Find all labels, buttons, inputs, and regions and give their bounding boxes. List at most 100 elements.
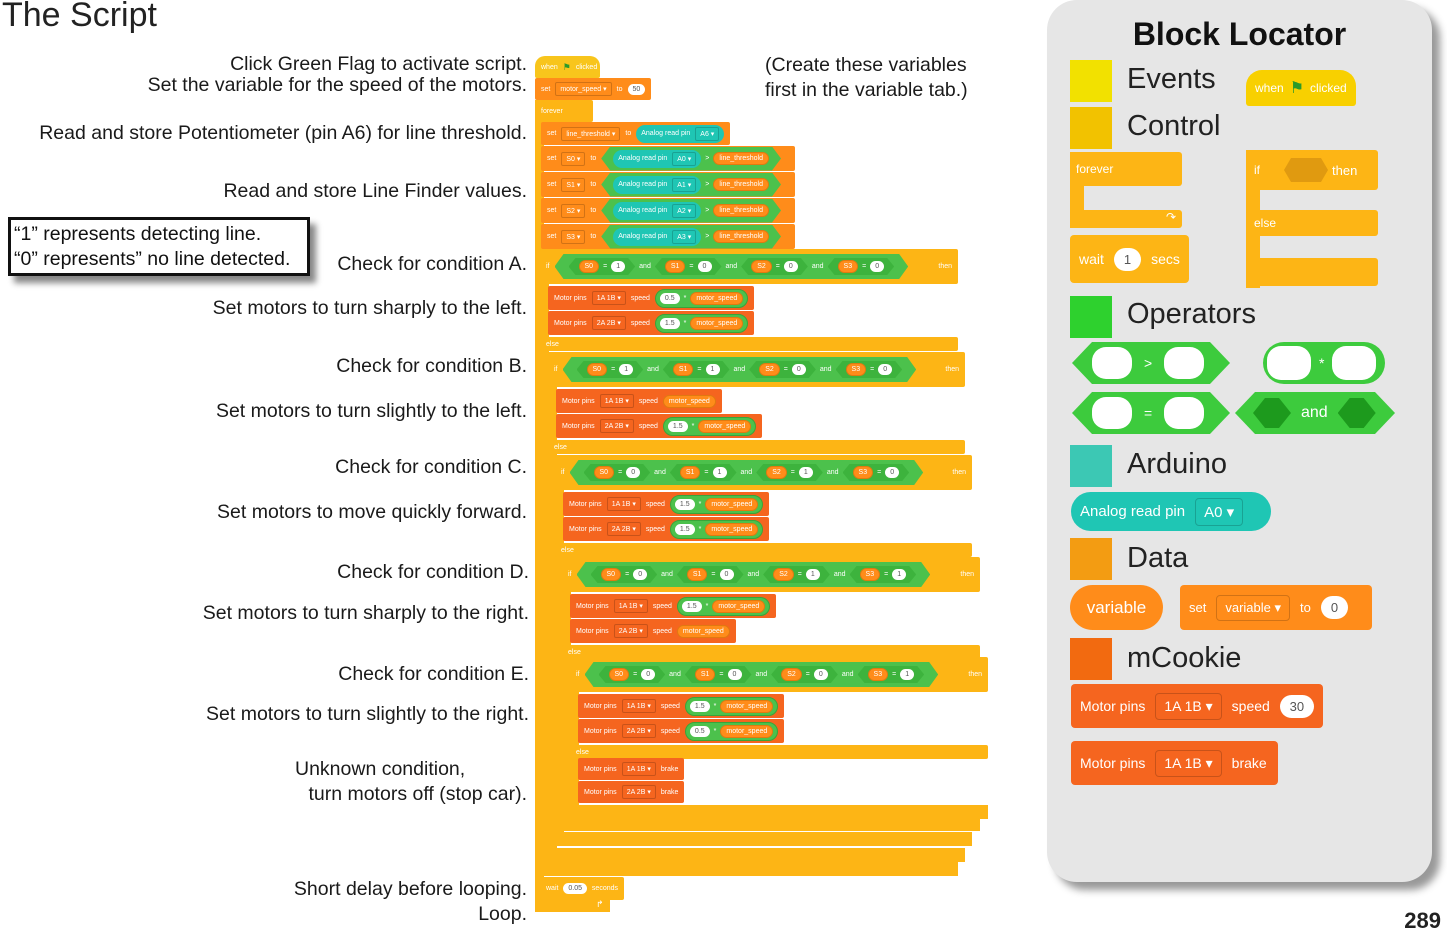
multiply-operator[interactable]: 1.5 * motor_speed [669,519,764,539]
locator-wait-block[interactable]: wait 1 secs [1070,235,1189,283]
variable-reporter[interactable]: motor_speed [720,724,774,738]
equals-operator[interactable]: S3 = 0 [836,361,903,378]
equals-operator[interactable]: S2 = 0 [741,258,808,275]
multiply-operator[interactable]: 1.5 * motor_speed [662,416,757,436]
locator-and-block[interactable]: and [1235,392,1395,434]
if-else-block[interactable]: if S0 = 0 and S1 = 1 and S2 = 1 and S3 = 0 then [555,455,972,490]
motor-speed-block[interactable]: Motor pins 2A 2B ▾ speed 0.5 * motor_speed [578,719,785,743]
value-input[interactable]: 1 [806,569,820,580]
motor-speed-block[interactable]: Motor pins 1A 1B ▾ speed 1.5 * motor_speed [570,594,777,618]
value-input[interactable]: 0 [728,669,742,680]
analog-read-reporter[interactable]: Analog read pin A0 ▾ [613,150,701,168]
speed-input[interactable]: 30 [1279,694,1314,718]
equals-operator[interactable]: S1 = 1 [670,464,737,481]
equals-operator[interactable]: S3 = 1 [850,566,917,583]
greater-than-operator[interactable]: Analog read pin A3 ▾ > line_threshold [601,225,781,249]
and-condition[interactable]: S0 = 1 and S1 = 1 and S2 = 0 and S3 = 0 [563,357,917,382]
port-dropdown[interactable]: 1A 1B ▾ [1155,692,1222,720]
locator-analog-read-block[interactable]: Analog read pin A0 ▾ [1071,492,1271,531]
operand-input[interactable] [1332,346,1377,380]
locator-motor-speed-block[interactable]: Motor pins 1A 1B ▾ speed 30 [1071,684,1323,728]
sensor-variable[interactable]: S0 [609,668,630,681]
sensor-variable[interactable]: S3 [838,260,859,273]
port-dropdown[interactable]: 1A 1B ▾ [599,394,634,408]
pin-dropdown[interactable]: A0 ▾ [672,152,696,166]
equals-operator[interactable]: S0 = 1 [577,361,644,378]
variable-reporter[interactable]: motor_speed [690,291,744,305]
motor-speed-block[interactable]: Motor pins 1A 1B ▾ speed motor_speed [556,389,722,413]
sensor-variable[interactable]: S3 [853,466,874,479]
port-dropdown[interactable]: 1A 1B ▾ [613,599,648,613]
motor-speed-block[interactable]: Motor pins 1A 1B ▾ speed 0.5 * motor_speed [548,286,755,310]
set-line-threshold-block[interactable]: set line_threshold ▾ to Analog read pin A6 ▾ [541,122,731,145]
pin-dropdown[interactable]: A0 ▾ [1195,497,1244,526]
equals-operator[interactable]: S1 = 0 [677,566,744,583]
motor-speed-block[interactable]: Motor pins 1A 1B ▾ speed 1.5 * motor_speed [578,694,785,718]
if-else-block[interactable]: if S0 = 1 and S1 = 1 and S2 = 0 and S3 = 0 then [548,352,965,387]
factor-input[interactable]: 1.5 [667,420,688,432]
sensor-variable[interactable]: S3 [860,568,881,581]
value-input[interactable]: 0 [784,261,798,272]
value-input[interactable]: 0 [885,467,899,478]
if-else-block[interactable]: if S0 = 1 and S1 = 0 and S2 = 0 and S3 = 0 then [540,249,958,284]
port-dropdown[interactable]: 1A 1B ▾ [621,762,656,776]
motor-speed-block[interactable]: Motor pins 2A 2B ▾ speed motor_speed [570,619,736,643]
multiply-operator[interactable]: 1.5 * motor_speed [669,494,764,514]
equals-operator[interactable]: S0 = 1 [569,258,636,275]
operand-input[interactable] [1164,397,1204,429]
factor-input[interactable]: 0.5 [659,292,680,304]
else-label-block[interactable]: else [548,440,965,454]
equals-operator[interactable]: S0 = 0 [584,464,651,481]
motor-speed-block[interactable]: Motor pins 2A 2B ▾ speed 1.5 * motor_speed [548,311,755,335]
value-input[interactable]: 0 [626,467,640,478]
pin-dropdown[interactable]: A6 ▾ [695,126,720,141]
set-sensor-block[interactable]: set S2 ▾ to Analog read pin A2 ▾ > line_thresh… [541,198,795,223]
else-label-block[interactable]: else [540,337,958,351]
variable-dropdown[interactable]: S2 ▾ [561,203,586,218]
locator-variable-block[interactable]: variable [1070,585,1163,630]
set-sensor-block[interactable]: set S1 ▾ to Analog read pin A1 ▾ > line_thresh… [541,172,795,197]
motor-speed-block[interactable]: Motor pins 2A 2B ▾ speed 1.5 * motor_speed [556,414,763,438]
factor-input[interactable]: 1.5 [689,700,710,712]
else-label-block[interactable]: else [570,745,988,759]
port-dropdown[interactable]: 1A 1B ▾ [1155,749,1222,777]
equals-operator[interactable]: S3 = 1 [858,666,925,683]
value-input[interactable]: 1 [713,467,727,478]
sensor-variable[interactable]: S2 [781,668,802,681]
equals-operator[interactable]: S2 = 1 [756,464,823,481]
port-dropdown[interactable]: 2A 2B ▾ [599,419,634,433]
value-input[interactable]: 50 [627,83,646,95]
analog-read-reporter[interactable]: Analog read pin A2 ▾ [613,202,701,220]
value-input[interactable]: 0 [792,364,806,375]
locator-equals-block[interactable]: = [1072,392,1230,434]
analog-read-reporter[interactable]: Analog read pin A6 ▾ [636,124,725,143]
locator-if-else-block[interactable]: if then else [1246,150,1378,288]
variable-dropdown[interactable]: S0 ▾ [561,151,586,166]
value-input[interactable]: 0 [641,669,655,680]
sensor-variable[interactable]: S0 [594,466,615,479]
locator-set-variable-block[interactable]: set variable ▾ to 0 [1180,585,1372,630]
multiply-operator[interactable]: 1.5 * motor_speed [684,696,779,716]
operand-input[interactable] [1267,346,1311,380]
motor-brake-block[interactable]: Motor pins 2A 2B ▾ brake [578,781,685,803]
if-else-block[interactable]: if S0 = 0 and S1 = 0 and S2 = 0 and S3 = 1 then [570,657,988,692]
variable-reporter[interactable]: motor_speed [676,624,730,638]
variable-reporter[interactable]: line_threshold [713,178,769,191]
variable-reporter[interactable]: motor_speed [712,599,766,613]
factor-input[interactable]: 1.5 [681,600,702,612]
greater-than-operator[interactable]: Analog read pin A1 ▾ > line_threshold [601,173,781,197]
value-input[interactable]: 0 [698,261,712,272]
factor-input[interactable]: 1.5 [674,498,695,510]
port-dropdown[interactable]: 1A 1B ▾ [621,699,656,713]
and-condition[interactable]: S0 = 0 and S1 = 0 and S2 = 1 and S3 = 1 [577,562,931,587]
set-sensor-block[interactable]: set S3 ▾ to Analog read pin A3 ▾ > line_thresh… [541,224,795,249]
variable-dropdown[interactable]: variable ▾ [1216,594,1291,621]
equals-operator[interactable]: S2 = 0 [749,361,816,378]
sensor-variable[interactable]: S2 [759,363,780,376]
analog-read-reporter[interactable]: Analog read pin A1 ▾ [613,176,701,194]
sensor-variable[interactable]: S1 [665,260,686,273]
operand-input[interactable] [1092,347,1132,379]
operand-input[interactable] [1092,397,1132,429]
equals-operator[interactable]: S1 = 1 [663,361,730,378]
variable-reporter[interactable]: line_threshold [713,204,769,217]
